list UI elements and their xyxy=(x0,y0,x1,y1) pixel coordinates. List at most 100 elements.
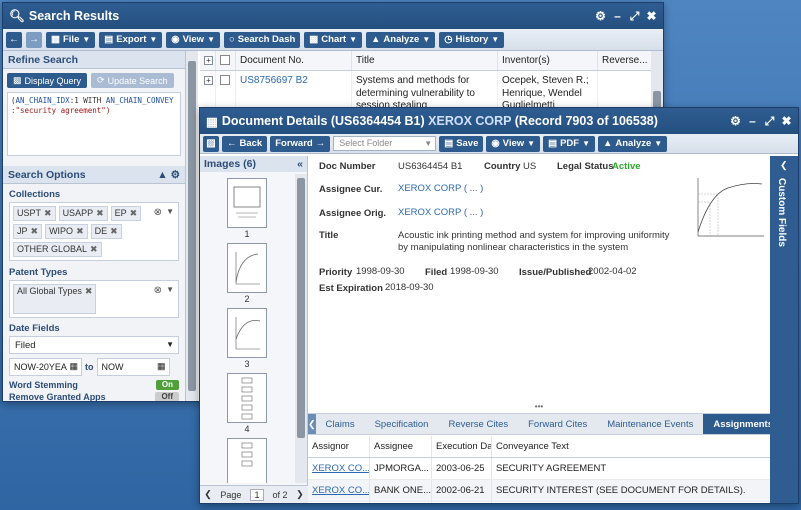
date-field-select[interactable]: Filed ▼ xyxy=(9,336,179,354)
assignor-link[interactable]: XEROX CO... xyxy=(308,458,370,479)
page-input[interactable]: 1 xyxy=(249,488,264,501)
conveyance-header[interactable]: Conveyance Text xyxy=(492,436,770,457)
remove-icon[interactable]: ✖ xyxy=(96,208,104,218)
word-stemming-toggle[interactable]: On xyxy=(155,380,179,390)
forward-button[interactable]: Forward → xyxy=(270,135,331,152)
close-icon[interactable]: ✖ xyxy=(781,114,792,129)
chart-menu-button[interactable]: ▩ Chart ▼ xyxy=(304,31,363,48)
date-header[interactable]: Execution Da xyxy=(432,436,492,457)
drawing-thumbnail[interactable] xyxy=(227,178,267,228)
splitter-handle[interactable]: ••• xyxy=(308,403,770,412)
patent-type-tag[interactable]: All Global Types ✖ xyxy=(13,284,97,314)
history-menu-button[interactable]: ◷ History ▼ xyxy=(439,31,505,48)
tab-claims[interactable]: Claims xyxy=(316,414,365,434)
patent-types-select[interactable]: All Global Types ✖ ⊗ ▼ xyxy=(9,280,179,318)
save-button[interactable]: ▤ Save xyxy=(439,135,484,152)
calendar-icon[interactable]: ▦ xyxy=(69,361,78,372)
inventor-header[interactable]: Inventor(s) xyxy=(498,51,598,70)
assignment-row[interactable]: XEROX CO... JPMORGA... 2003-06-25 SECURITY … xyxy=(308,458,770,480)
remove-icon[interactable]: ✖ xyxy=(85,286,93,296)
collection-tag[interactable]: USPT ✖ xyxy=(13,206,56,221)
tab-reverse-cites[interactable]: Reverse Cites xyxy=(438,414,518,434)
remove-icon[interactable]: ✖ xyxy=(110,226,118,236)
collection-tag[interactable]: EP ✖ xyxy=(110,206,142,221)
update-search-button[interactable]: ⟳ Update Search xyxy=(91,73,174,88)
assignor-link[interactable]: XEROX CO... xyxy=(308,480,370,501)
date-from-input[interactable]: NOW-20YEA ▦ xyxy=(9,358,82,376)
view-menu-button[interactable]: ◉ View ▼ xyxy=(166,31,220,48)
chevron-down-icon[interactable]: ▼ xyxy=(166,207,174,216)
title-header[interactable]: Title xyxy=(352,51,498,70)
assignment-row[interactable]: HADIMIOG...XEROX COR...1998-12-09ASSIGNM… xyxy=(308,502,770,503)
analyze-button[interactable]: ▲ Analyze ▼ xyxy=(597,135,668,152)
maximize-icon[interactable]: ⤢ xyxy=(629,9,640,24)
representative-drawing[interactable] xyxy=(682,172,768,246)
search-results-titlebar[interactable]: 🔍︎ Search Results ⚙ – ⤢ ✖ xyxy=(3,3,663,29)
collection-tag[interactable]: USAPP ✖ xyxy=(58,206,108,221)
expand-panel-icon[interactable]: ❮ xyxy=(780,160,788,171)
assignee-cur-link[interactable]: XEROX CORP ( ... ) xyxy=(398,183,483,194)
remove-icon[interactable]: ✖ xyxy=(90,244,98,254)
chevron-down-icon[interactable]: ▼ xyxy=(166,285,174,294)
drawing-thumbnail[interactable] xyxy=(227,308,267,358)
remove-icon[interactable]: ✖ xyxy=(76,226,84,236)
collection-tag[interactable]: WIPO ✖ xyxy=(45,224,88,239)
tab-specification[interactable]: Specification xyxy=(365,414,439,434)
remove-icon[interactable]: ✖ xyxy=(31,226,39,236)
collection-tag[interactable]: JP ✖ xyxy=(13,224,43,239)
custom-fields-panel[interactable]: ❮ Custom Fields xyxy=(770,156,798,503)
assignor-header[interactable]: Assignor xyxy=(308,436,370,457)
minimize-icon[interactable]: – xyxy=(747,114,758,129)
analyze-menu-button[interactable]: ▲ Analyze ▼ xyxy=(366,31,436,48)
forward-arrow-button[interactable]: → xyxy=(26,31,42,48)
reverse-header[interactable]: Reverse... xyxy=(598,51,658,70)
gear-icon[interactable]: ⚙ xyxy=(595,9,606,24)
drawing-thumbnail[interactable] xyxy=(227,373,267,423)
assignee-header[interactable]: Assignee xyxy=(370,436,432,457)
date-to-input[interactable]: NOW ▦ xyxy=(96,358,170,376)
thumbnail-scrollbar[interactable] xyxy=(295,174,307,483)
maximize-icon[interactable]: ⤢ xyxy=(764,114,775,129)
assignment-row[interactable]: XEROX CO... BANK ONE... 2002-06-21 SECURITY… xyxy=(308,480,770,502)
clear-icon[interactable]: ⊗ xyxy=(154,285,162,296)
drawing-thumbnail[interactable] xyxy=(227,243,267,293)
left-panel-scrollbar[interactable] xyxy=(186,51,198,401)
file-menu-button[interactable]: ▦ File ▼ xyxy=(46,31,96,48)
expand-all-icon[interactable]: + xyxy=(204,56,213,65)
tab-maintenance-events[interactable]: Maintenance Events xyxy=(597,414,703,434)
assignee-orig-link[interactable]: XEROX CORP ( ... ) xyxy=(398,207,483,218)
scrollbar-thumb[interactable] xyxy=(297,178,305,438)
assignor-link[interactable]: HADIMIOG... xyxy=(308,502,370,503)
next-page-icon[interactable]: ❯ xyxy=(296,489,304,500)
prev-page-icon[interactable]: ❮ xyxy=(204,489,212,500)
collection-tag[interactable]: OTHER GLOBAL ✖ xyxy=(13,242,102,257)
doc-no-header[interactable]: Document No. xyxy=(236,51,352,70)
pdf-button[interactable]: ▤ PDF ▼ xyxy=(543,135,595,152)
export-menu-button[interactable]: ▤ Export ▼ xyxy=(99,31,163,48)
view-button[interactable]: ◉ View ▼ xyxy=(486,135,541,152)
document-details-titlebar[interactable]: ▦ Document Details (US6364454 B1) XEROX … xyxy=(200,108,798,134)
remove-granted-toggle[interactable]: Off xyxy=(155,392,179,401)
query-textarea[interactable]: (AN_CHAIN_IDX:1 WITH AN_CHAIN_CONVEY :"s… xyxy=(7,92,181,156)
scrollbar-thumb[interactable] xyxy=(188,61,196,391)
gear-icon[interactable]: ⚙ xyxy=(730,114,741,129)
select-folder-dropdown[interactable]: Select Folder ▼ xyxy=(333,136,437,151)
row-checkbox[interactable] xyxy=(220,75,230,85)
lock-icon[interactable]: ▨ xyxy=(203,135,219,152)
doc-no-link[interactable]: US8756697 B2 xyxy=(236,71,352,109)
back-arrow-button[interactable]: ← xyxy=(6,31,22,48)
tabs-scroll-left-icon[interactable]: ❮ xyxy=(308,414,316,434)
table-row[interactable]: + US8756697 B2 Systems and methods for d… xyxy=(200,71,663,109)
remove-icon[interactable]: ✖ xyxy=(130,208,138,218)
search-dash-button[interactable]: ○ Search Dash xyxy=(223,31,301,48)
tab-forward-cites[interactable]: Forward Cites xyxy=(518,414,597,434)
minimize-icon[interactable]: – xyxy=(612,9,623,24)
collection-tag[interactable]: DE ✖ xyxy=(90,224,122,239)
collapse-gear-icons[interactable]: ▲ ⚙ xyxy=(157,169,180,181)
drawing-thumbnail[interactable] xyxy=(227,438,267,483)
select-all-checkbox[interactable] xyxy=(220,55,230,65)
collapse-left-icon[interactable]: « xyxy=(297,158,303,170)
clear-icon[interactable]: ⊗ xyxy=(154,207,162,218)
expand-row-icon[interactable]: + xyxy=(204,76,213,85)
calendar-icon[interactable]: ▦ xyxy=(157,361,166,372)
